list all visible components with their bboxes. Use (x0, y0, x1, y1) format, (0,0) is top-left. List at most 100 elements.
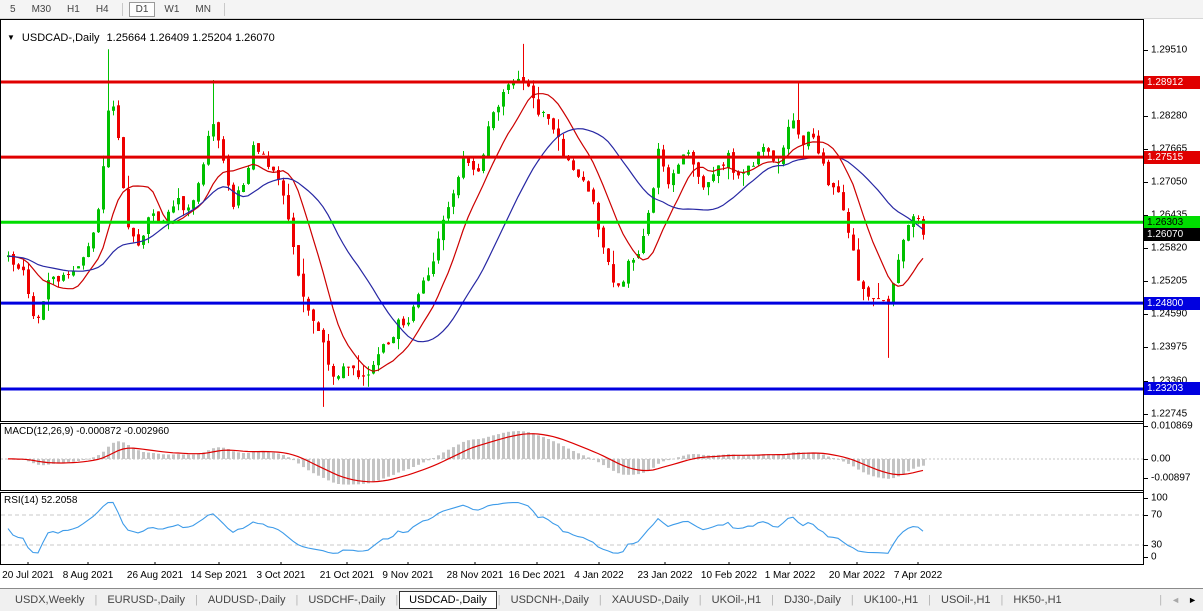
scroll-left-icon[interactable]: ◄ (1171, 595, 1180, 605)
tab-xauusd-daily[interactable]: XAUUSD-,Daily (603, 592, 698, 608)
macd-tick-mark (1144, 478, 1148, 479)
price-tick-mark (1144, 50, 1148, 51)
macd-axis-label: 0.010869 (1151, 421, 1193, 432)
date-label: 9 Nov 2021 (382, 570, 433, 581)
tab-ukoil-h1[interactable]: UKOil-,H1 (703, 592, 771, 608)
tab-separator: | (94, 594, 97, 606)
macd-indicator-panel[interactable] (0, 423, 1144, 491)
price-level-badge: 1.23203 (1144, 382, 1200, 395)
price-level-badge: 1.28912 (1144, 76, 1200, 89)
price-tick-mark (1144, 281, 1148, 282)
rsi-axis-label: 100 (1151, 493, 1168, 504)
tab-separator: | (1001, 594, 1004, 606)
tab-usdx-weekly[interactable]: USDX,Weekly (6, 592, 93, 608)
tab-dj30-daily[interactable]: DJ30-,Daily (775, 592, 850, 608)
rsi-label: RSI(14) 52.2058 (4, 495, 77, 506)
rsi-axis-label: 0 (1151, 552, 1157, 563)
ohlc-values: 1.25664 1.26409 1.25204 1.26070 (107, 32, 275, 44)
scroll-right-icon[interactable]: ► (1188, 595, 1197, 605)
tab-separator: | (1159, 594, 1162, 606)
symbol-title: USDCAD-,Daily (22, 32, 100, 44)
macd-label: MACD(12,26,9) -0.000872 -0.002960 (4, 426, 169, 437)
price-level-badge: 1.27515 (1144, 151, 1200, 164)
timeframe-button-5[interactable]: 5 (3, 2, 23, 17)
price-tick-mark (1144, 248, 1148, 249)
toolbar-separator (224, 3, 225, 16)
date-label: 7 Apr 2022 (894, 570, 942, 581)
date-label: 3 Oct 2021 (257, 570, 306, 581)
timeframe-button-mn[interactable]: MN (188, 2, 218, 17)
tab-usdcad-daily[interactable]: USDCAD-,Daily (399, 591, 497, 609)
date-label: 20 Jul 2021 (2, 570, 54, 581)
price-tick-mark (1144, 116, 1148, 117)
tab-audusd-daily[interactable]: AUDUSD-,Daily (199, 592, 295, 608)
timeframe-button-h1[interactable]: H1 (60, 2, 87, 17)
date-label: 23 Jan 2022 (637, 570, 692, 581)
tab-hk50-h1[interactable]: HK50-,H1 (1004, 592, 1070, 608)
rsi-axis-label: 30 (1151, 540, 1162, 551)
date-axis: 20 Jul 2021 8 Aug 2021 26 Aug 2021 14 Sep 2… (0, 565, 1143, 588)
timeframe-button-m30[interactable]: M30 (25, 2, 58, 17)
tab-separator: | (928, 594, 931, 606)
tab-separator: | (771, 594, 774, 606)
date-label: 8 Aug 2021 (63, 570, 114, 581)
price-tick-label: 1.28280 (1151, 111, 1187, 122)
chart-area: ▼ USDCAD-,Daily 1.25664 1.26409 1.25204 … (0, 19, 1203, 588)
tab-separator: | (395, 594, 398, 606)
price-tick-label: 1.24590 (1151, 309, 1187, 320)
tab-separator: | (599, 594, 602, 606)
rsi-tick-mark (1144, 498, 1148, 499)
rsi-tick-mark (1144, 515, 1148, 516)
date-label: 28 Nov 2021 (447, 570, 504, 581)
chart-title: ▼ USDCAD-,Daily 1.25664 1.26409 1.25204 … (7, 32, 275, 44)
tab-separator: | (295, 594, 298, 606)
tab-uk100-h1[interactable]: UK100-,H1 (855, 592, 927, 608)
date-label: 20 Mar 2022 (829, 570, 885, 581)
tab-usoil-h1[interactable]: USOil-,H1 (932, 592, 1000, 608)
rsi-tick-mark (1144, 557, 1148, 558)
date-label: 21 Oct 2021 (320, 570, 374, 581)
tab-separator: | (699, 594, 702, 606)
price-candlestick-chart[interactable] (0, 19, 1144, 422)
axis-border-line (1143, 19, 1144, 565)
price-tick-label: 1.25205 (1151, 276, 1187, 287)
date-label: 4 Jan 2022 (574, 570, 624, 581)
date-label: 14 Sep 2021 (191, 570, 248, 581)
price-tick-mark (1144, 182, 1148, 183)
mt4-window: 5M30H1H4 D1W1MN ▼ USDCAD-,Daily 1.25664 1… (0, 0, 1203, 611)
date-label: 1 Mar 2022 (765, 570, 816, 581)
price-tick-mark (1144, 347, 1148, 348)
price-tick-label: 1.25820 (1151, 243, 1187, 254)
macd-axis-label: -0.00897 (1151, 473, 1190, 484)
price-tick-label: 1.23975 (1151, 342, 1187, 353)
price-tick-mark (1144, 149, 1148, 150)
price-tick-label: 1.27050 (1151, 177, 1187, 188)
tab-separator: | (851, 594, 854, 606)
tab-eurusd-daily[interactable]: EURUSD-,Daily (98, 592, 194, 608)
timeframe-toolbar: 5M30H1H4 D1W1MN (0, 0, 1203, 19)
date-label: 16 Dec 2021 (509, 570, 566, 581)
rsi-indicator-panel[interactable] (0, 492, 1144, 565)
price-axis: 1.295101.282801.276651.270501.264351.258… (1144, 19, 1203, 588)
price-tick-label: 1.22745 (1151, 409, 1187, 420)
toolbar-separator (122, 3, 123, 16)
tab-separator: | (498, 594, 501, 606)
rsi-axis-label: 70 (1151, 510, 1162, 521)
tab-usdcnh-daily[interactable]: USDCNH-,Daily (502, 592, 598, 608)
tab-usdchf-daily[interactable]: USDCHF-,Daily (299, 592, 394, 608)
price-tick-label: 1.29510 (1151, 45, 1187, 56)
timeframe-button-d1[interactable]: D1 (129, 2, 156, 17)
collapse-arrow-icon[interactable]: ▼ (7, 33, 15, 42)
current-price-badge: 1.26070 (1144, 228, 1200, 241)
price-tick-mark (1144, 414, 1148, 415)
rsi-tick-mark (1144, 545, 1148, 546)
tab-separator: | (195, 594, 198, 606)
macd-tick-mark (1144, 459, 1148, 460)
timeframe-button-h4[interactable]: H4 (89, 2, 116, 17)
macd-axis-label: 0.00 (1151, 454, 1170, 465)
chart-tab-bar: USDX,Weekly|EURUSD-,Daily|AUDUSD-,Daily|… (0, 588, 1203, 611)
date-label: 26 Aug 2021 (127, 570, 183, 581)
timeframe-button-w1[interactable]: W1 (157, 2, 186, 17)
price-level-badge: 1.24800 (1144, 297, 1200, 310)
macd-tick-mark (1144, 426, 1148, 427)
